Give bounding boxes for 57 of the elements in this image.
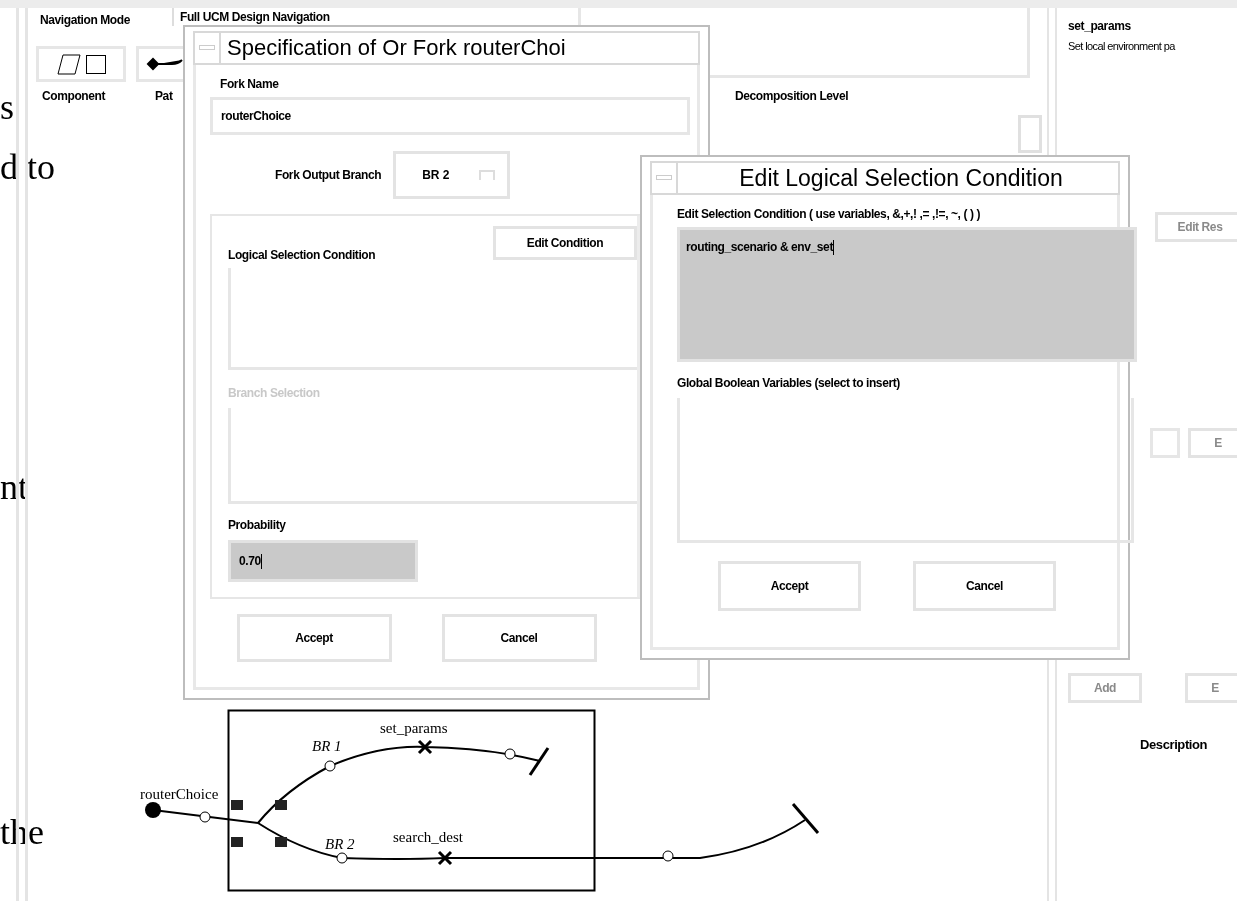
branch-label: BR 2 — [325, 836, 355, 852]
field-label: Global Boolean Variables (select to insert) — [677, 376, 901, 390]
field-value: routing_scenario & env_set — [686, 240, 833, 254]
window-title: Edit Logical Selection Condition — [738, 163, 1064, 193]
stub-square — [275, 837, 287, 847]
stub-square — [231, 837, 243, 847]
field-label: Edit Selection Condition ( use variables, &,+,! ,= ,!=, ~, ( ) ) — [677, 207, 982, 221]
dropdown-indicator-icon — [479, 170, 496, 180]
accept-button[interactable]: Accept — [236, 614, 392, 662]
start-label: routerChoice — [140, 786, 219, 802]
toolbar-label: Pat — [155, 89, 173, 103]
responsibility-cross-icon — [437, 850, 453, 866]
text-field[interactable]: routerChoice — [210, 97, 690, 135]
end-bar — [791, 803, 820, 834]
variables-list[interactable] — [677, 398, 1134, 543]
field-label: Fork Name — [220, 77, 280, 91]
stub-square — [275, 800, 287, 810]
cancel-button[interactable]: Cancel — [913, 561, 1056, 611]
document-text: nt — [0, 466, 28, 509]
empty-point — [324, 760, 336, 772]
field-label: Fork Output Branch — [275, 168, 382, 182]
button-frame — [1150, 428, 1180, 458]
empty-point — [662, 850, 674, 862]
responsibility-cross-icon — [417, 739, 433, 755]
mode-label: Navigation Mode — [40, 13, 130, 27]
document-text: d to — [0, 146, 55, 189]
description-label: Description — [1140, 737, 1208, 752]
branch-label: BR 1 — [312, 738, 342, 754]
responsibility-label: set_params — [380, 720, 448, 736]
field-label: Logical Selection Condition — [228, 248, 376, 262]
edit-condition-button[interactable]: Edit Condition — [493, 226, 637, 260]
empty-point — [504, 748, 516, 760]
cancel-button[interactable]: Cancel — [441, 614, 597, 662]
responsibility-description: Set local environment pa — [1068, 40, 1175, 52]
field-value: routerChoice — [221, 109, 291, 123]
accept-button[interactable]: Accept — [718, 561, 861, 611]
toolbar-button[interactable] — [36, 46, 126, 82]
condition-text-area[interactable] — [228, 268, 637, 370]
dropdown[interactable]: BR 2 — [393, 151, 511, 199]
end-bar — [528, 747, 550, 776]
condition-text-area[interactable]: routing_scenario & env_set — [677, 227, 1137, 362]
responsibility-label: search_dest — [393, 829, 463, 845]
document-text: s — [0, 86, 14, 129]
stub-square — [231, 800, 243, 810]
text-field[interactable]: 0.70 — [228, 540, 418, 582]
path-icon — [146, 57, 186, 71]
dropdown-value: BR 2 — [422, 168, 450, 182]
responsibility-name: set_params — [1068, 19, 1131, 33]
branch-list[interactable] — [228, 408, 637, 504]
decomposition-label: Decomposition Level — [735, 89, 849, 103]
empty-point — [199, 811, 211, 823]
window-title: Specification of Or Fork routerChoi — [226, 34, 567, 62]
field-label: Probability — [228, 518, 287, 532]
field-value: 0.70 — [239, 554, 261, 568]
toolbar-label: Component — [42, 89, 106, 103]
empty-point — [336, 852, 348, 864]
start-point — [145, 802, 161, 818]
